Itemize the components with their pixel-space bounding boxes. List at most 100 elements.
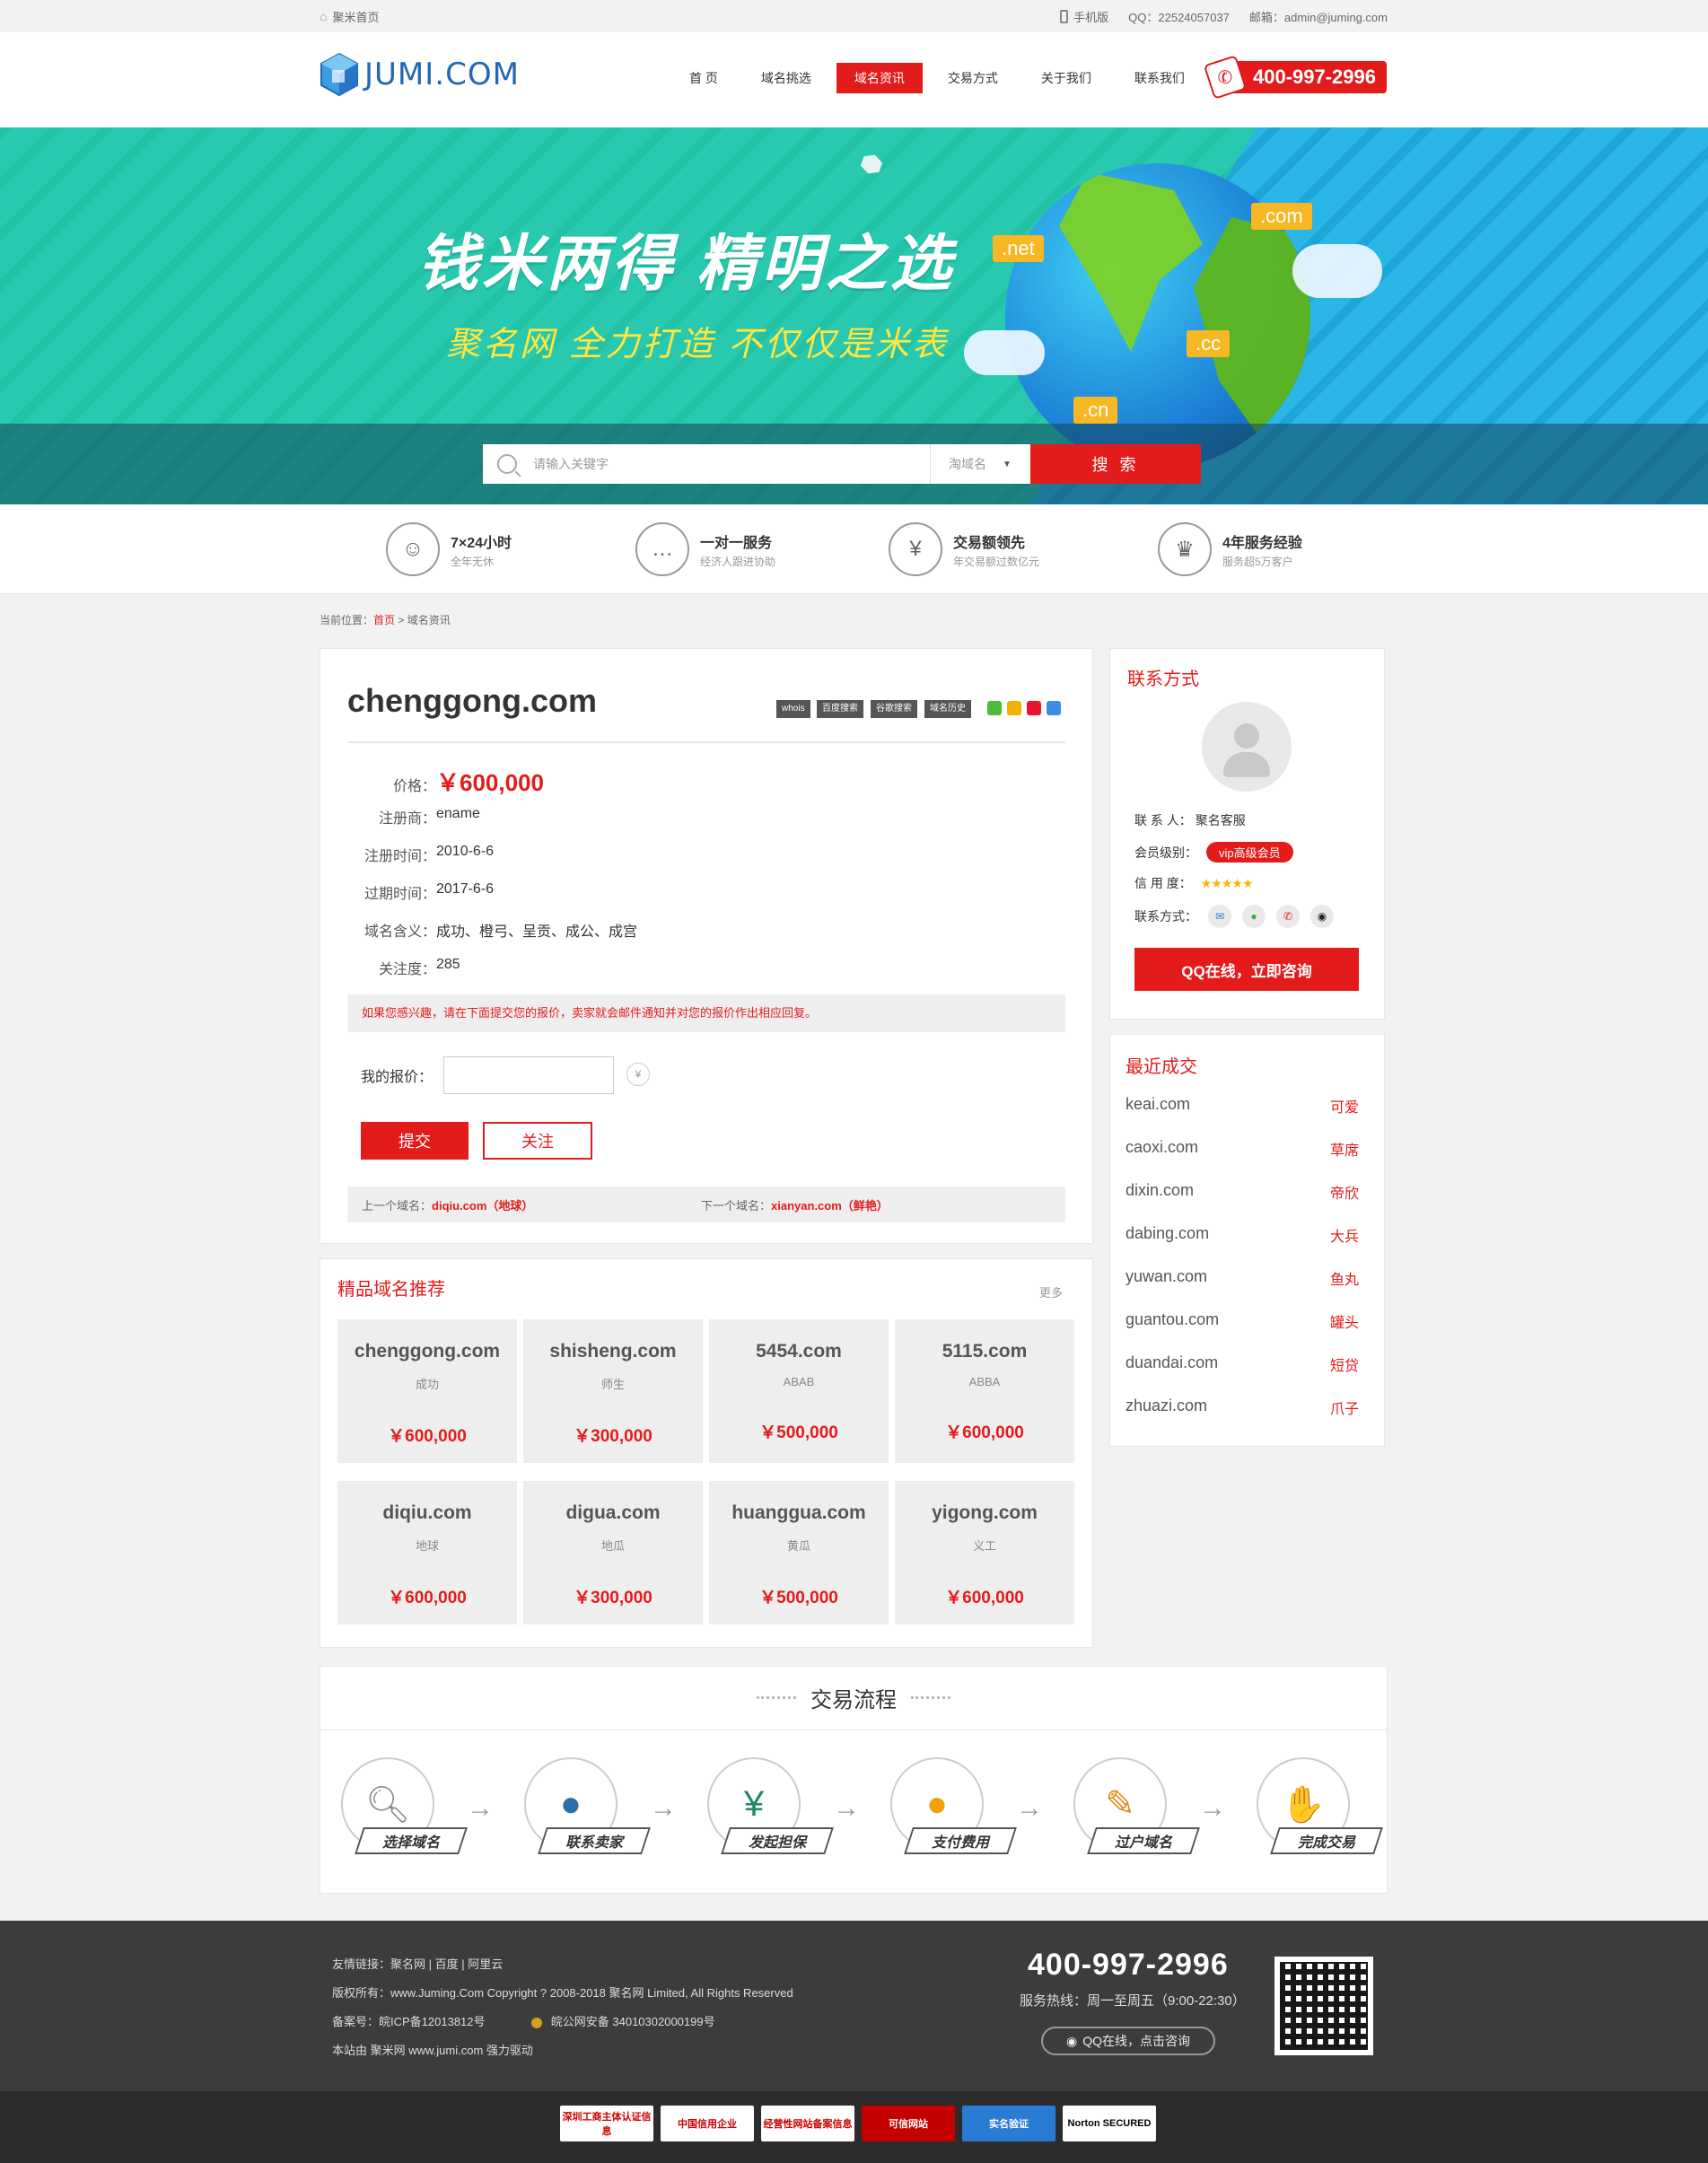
step-pay: ● 支付费用 — [871, 1757, 1032, 1865]
friend-links[interactable]: 友情链接：聚名网 | 百度 | 阿里云 — [332, 1955, 503, 1972]
features-strip — [0, 504, 1708, 594]
trust-badge[interactable]: 中国信用企业 — [661, 2106, 754, 2141]
search-type-select[interactable]: 淘域名 ▼ — [930, 444, 1030, 484]
price-row: 价格： ￥600,000 — [350, 765, 544, 798]
weibo-share-icon[interactable] — [1027, 701, 1041, 715]
wechat-icon[interactable]: ● — [1242, 905, 1266, 928]
rec-item[interactable]: diqiu.com 地球 ￥600,000 — [337, 1481, 517, 1624]
registrar-row: 注册商： ename — [378, 806, 480, 827]
attention-row: 关注度： 285 — [378, 957, 460, 977]
footer — [0, 1921, 1708, 2091]
footer-service-hours: 服务热线：周一至周五（9:00-22:30） — [1020, 1993, 1246, 2009]
banner-slogan-main: 钱米两得 精明之选 — [417, 230, 955, 298]
logo[interactable]: JUMI.COM — [320, 50, 549, 99]
feature-24h: ☺ 7×24小时 全年无休 — [386, 521, 512, 578]
vip-badge: vip高级会员 — [1206, 842, 1293, 863]
contact-title: 联系方式 — [1127, 670, 1199, 689]
more-share-icon[interactable] — [1047, 701, 1061, 715]
next-domain-link[interactable]: xianyan.com（鲜艳） — [771, 1196, 889, 1213]
top-bar: ⌂ 聚米首页 手机版 QQ：22524057037 邮箱：admin@jumin… — [0, 0, 1708, 32]
whois-button[interactable]: whois — [776, 700, 810, 718]
qr-code — [1274, 1957, 1373, 2055]
trust-badge[interactable]: Norton SECURED — [1063, 2106, 1156, 2141]
home-link[interactable]: 聚米首页 — [332, 8, 379, 25]
arrow-right-icon: → — [833, 1793, 860, 1823]
qq-icon: ◉ — [1066, 2033, 1078, 2048]
step-contact-seller: ● 联系卖家 — [504, 1757, 666, 1865]
wechat-share-icon[interactable] — [987, 701, 1002, 715]
breadcrumb-home[interactable]: 首页 — [373, 614, 395, 626]
member-level-row: 会员级别： vip高级会员 — [1134, 842, 1293, 863]
offer-notice: 如果您感兴趣，请在下面提交您的报价，卖家就会邮件通知并对您的报价作出相应回复。 — [347, 994, 1065, 1032]
nav-about[interactable]: 关于我们 — [1023, 63, 1109, 93]
qq-info: QQ：22524057037 — [1128, 10, 1230, 24]
offer-input[interactable] — [443, 1056, 614, 1094]
qq-consult-button[interactable]: QQ在线，立即咨询 — [1134, 948, 1359, 991]
main-nav: 首 页 域名挑选 域名资讯 交易方式 关于我们 联系我们 — [671, 63, 1210, 93]
step-select-domain: 🔍︎ 选择域名 — [321, 1757, 483, 1865]
qq-icon[interactable]: ◉ — [1310, 905, 1334, 928]
trust-badge[interactable]: 经营性网站备案信息 — [761, 2106, 854, 2141]
prev-next-nav: 上一个域名： diqiu.com（地球） 下一个域名： xianyan.com（… — [347, 1187, 1065, 1222]
divider — [347, 741, 1065, 743]
rec-item[interactable]: digua.com 地瓜 ￥300,000 — [523, 1481, 703, 1624]
home-icon: ⌂ — [320, 9, 328, 23]
email-info: 邮箱：admin@juming.com — [1248, 10, 1388, 24]
search-type-value: 淘域名 — [949, 457, 986, 471]
breadcrumb: 当前位置：首页 > 域名资讯 — [320, 614, 451, 626]
rec-item[interactable]: yigong.com 义工 ￥600,000 — [895, 1481, 1074, 1624]
trust-badge[interactable]: 实名验证 — [962, 2106, 1055, 2141]
nav-domain-news[interactable]: 域名资讯 — [836, 63, 923, 93]
avatar — [1202, 702, 1292, 792]
deal-item[interactable]: dabing.com 大兵 — [1126, 1224, 1359, 1246]
domain-title: chenggong.com — [347, 682, 597, 719]
nav-trade-method[interactable]: 交易方式 — [930, 63, 1016, 93]
nav-home[interactable]: 首 页 — [671, 63, 736, 93]
trust-badge[interactable]: 可信网站 — [862, 2106, 955, 2141]
nav-contact[interactable]: 联系我们 — [1117, 63, 1203, 93]
domain-history-button[interactable]: 域名历史 — [924, 700, 971, 718]
deal-item[interactable]: yuwan.com 鱼丸 — [1126, 1267, 1359, 1289]
search-input[interactable]: 请输入关键字 — [483, 444, 930, 484]
powered-by: 本站由 聚米网 www.jumi.com 强力驱动 — [332, 2044, 533, 2057]
mobile-link[interactable]: 手机版 — [1073, 8, 1108, 25]
deal-item[interactable]: duandai.com 短贷 — [1126, 1353, 1359, 1375]
cloud-left — [964, 330, 1045, 375]
search-icon — [497, 454, 517, 474]
contact-person-row: 联 系 人： 聚名客服 — [1134, 813, 1246, 828]
feature-one-on-one: … 一对一服务 经济人跟进协助 — [635, 521, 775, 578]
hotline-number: 400-997-2996 — [1252, 66, 1376, 88]
deal-item[interactable]: caoxi.com 草席 — [1126, 1138, 1359, 1160]
arrow-right-icon: → — [650, 1793, 677, 1823]
rec-item[interactable]: 5454.com ABAB ￥500,000 — [709, 1319, 889, 1463]
meaning-row: 域名含义： 成功、橙弓、呈贡、成公、成宫 — [363, 924, 638, 940]
rec-item[interactable]: shisheng.com 师生 ￥300,000 — [523, 1319, 703, 1463]
submit-offer-button[interactable]: 提交 — [361, 1122, 469, 1160]
email-icon[interactable]: ✉ — [1208, 905, 1231, 928]
deal-item[interactable]: dixin.com 帝欣 — [1126, 1181, 1359, 1203]
tag-com: .com — [1251, 203, 1312, 230]
deal-item[interactable]: zhuazi.com 爪子 — [1126, 1397, 1359, 1418]
rec-item[interactable]: chenggong.com 成功 ￥600,000 — [337, 1319, 517, 1463]
search-button[interactable]: 搜 索 — [1030, 444, 1201, 484]
trade-process-header: 交易流程 — [320, 1666, 1388, 1730]
search-placeholder: 请输入关键字 — [533, 457, 609, 471]
nav-domain-pick[interactable]: 域名挑选 — [743, 63, 829, 93]
reg-date-row: 注册时间： 2010-6-6 — [363, 844, 495, 864]
phone-icon[interactable]: ✆ — [1276, 905, 1300, 928]
rec-item[interactable]: 5115.com ABBA ￥600,000 — [895, 1319, 1074, 1463]
rec-item[interactable]: huanggua.com 黄瓜 ￥500,000 — [709, 1481, 889, 1624]
qzone-share-icon[interactable] — [1007, 701, 1021, 715]
deal-item[interactable]: keai.com 可爱 — [1126, 1095, 1359, 1117]
arrow-right-icon: → — [467, 1793, 494, 1823]
deal-item[interactable]: guantou.com 罐头 — [1126, 1310, 1359, 1332]
prev-domain-link[interactable]: diqiu.com（地球） — [432, 1196, 701, 1213]
trust-badge[interactable]: 深圳工商主体认证信息 — [560, 2106, 653, 2141]
follow-button[interactable]: 关注 — [483, 1122, 592, 1160]
tag-cn: .cn — [1073, 397, 1118, 424]
recent-deals-title: 最近成交 — [1126, 1057, 1197, 1077]
recommend-more-link[interactable]: 更多 — [1039, 1283, 1063, 1300]
baidu-search-button[interactable]: 百度搜索 — [817, 700, 863, 718]
footer-qq-button[interactable]: ◉ QQ在线，点击咨询 — [1041, 2027, 1215, 2055]
google-search-button[interactable]: 谷歌搜索 — [871, 700, 917, 718]
